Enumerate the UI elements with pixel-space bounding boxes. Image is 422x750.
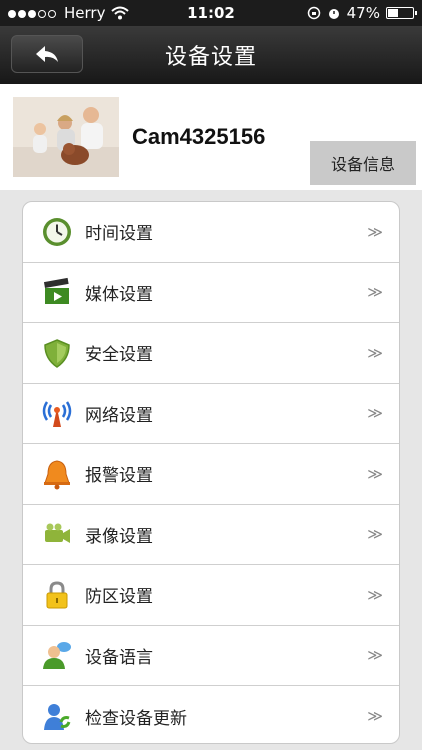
navigation-bar: 设备设置 [0,26,422,84]
menu-item-time-settings[interactable]: 时间设置 ≫ [23,202,399,263]
carrier-name: Herry [64,4,106,22]
chevron-right-icon: ≫ [367,222,383,241]
update-user-icon [39,698,75,734]
chevron-right-icon: ≫ [367,525,383,544]
chevron-right-icon: ≫ [367,646,383,665]
wifi-icon [111,6,130,20]
rotation-lock-icon [307,6,320,20]
chevron-right-icon: ≫ [367,404,383,423]
clock-icon [39,214,75,250]
settings-menu: 时间设置 ≫ 媒体设置 ≫ 安全设置 ≫ 网络设置 ≫ 报警设置 ≫ 录像设置 … [22,201,400,744]
battery-icon [385,7,417,19]
menu-item-media-settings[interactable]: 媒体设置 ≫ [23,263,399,323]
menu-item-label: 媒体设置 [85,284,153,305]
menu-item-label: 安全设置 [85,345,153,366]
menu-item-label: 设备语言 [85,647,153,668]
menu-item-alarm-settings[interactable]: 报警设置 ≫ [23,444,399,505]
menu-item-label: 检查设备更新 [85,708,187,729]
status-bar: Herry 11:02 47% [0,0,422,26]
menu-item-label: 时间设置 [85,224,153,245]
chevron-right-icon: ≫ [367,343,383,362]
back-arrow-icon [36,46,58,62]
video-camera-icon [39,516,75,552]
bell-icon [39,456,75,492]
chevron-right-icon: ≫ [367,464,383,483]
signal-strength-icon [8,4,58,22]
shield-icon [39,335,75,371]
alarm-icon [328,9,339,19]
chevron-right-icon: ≫ [367,585,383,604]
family-photo-icon [13,97,119,177]
clock-time: 11:02 [187,4,235,22]
chevron-right-icon: ≫ [367,283,383,302]
menu-item-network-settings[interactable]: 网络设置 ≫ [23,384,399,444]
page-title: 设备设置 [164,45,257,70]
chevron-right-icon: ≫ [367,707,383,726]
menu-item-check-update[interactable]: 检查设备更新 ≫ [23,686,399,743]
menu-item-label: 报警设置 [85,466,153,487]
clapper-icon [39,274,75,310]
menu-item-label: 网络设置 [85,405,153,426]
menu-item-zone-settings[interactable]: 防区设置 ≫ [23,565,399,626]
lock-icon [39,577,75,613]
antenna-icon [39,395,75,431]
device-name: Cam4325156 [132,124,266,149]
user-chat-icon [39,637,75,673]
menu-item-security-settings[interactable]: 安全设置 ≫ [23,323,399,384]
battery-percent: 47% [346,4,380,22]
menu-item-recording-settings[interactable]: 录像设置 ≫ [23,505,399,565]
device-header: Cam4325156 设备信息 [0,84,422,190]
menu-item-device-language[interactable]: 设备语言 ≫ [23,626,399,686]
back-button[interactable] [11,35,83,73]
camera-thumbnail[interactable] [13,97,119,177]
device-info-button[interactable]: 设备信息 [310,141,416,185]
menu-item-label: 防区设置 [85,587,153,608]
menu-item-label: 录像设置 [85,526,153,547]
